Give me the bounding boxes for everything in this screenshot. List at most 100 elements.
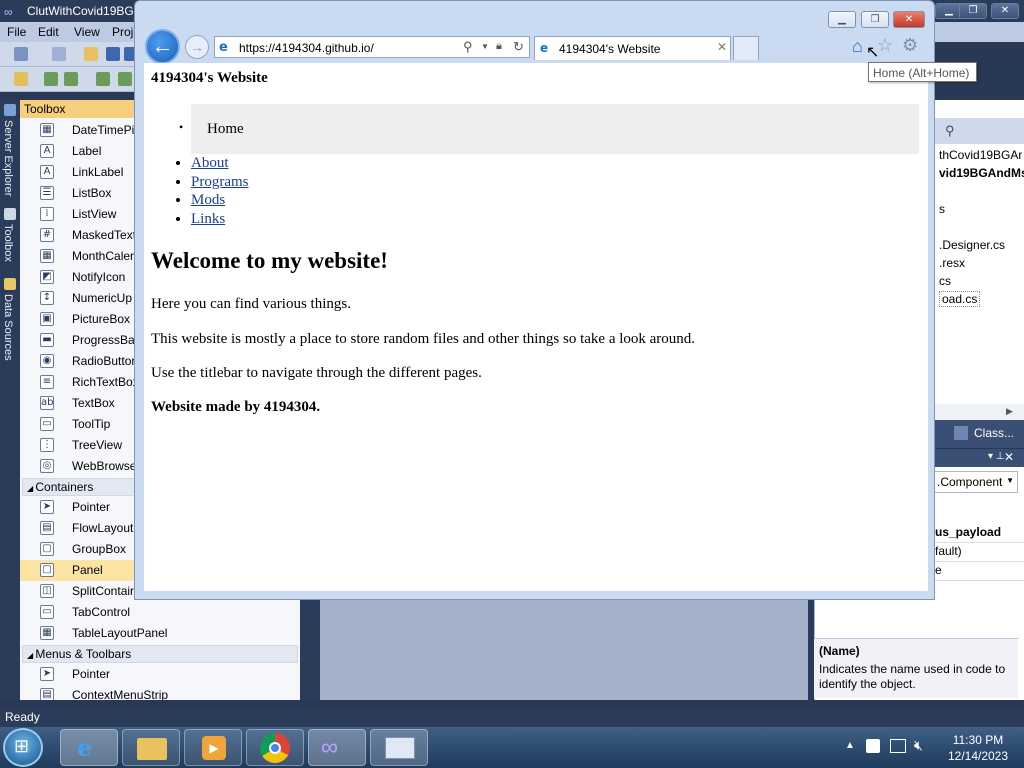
vs-designer-area — [320, 600, 808, 700]
toolbox-item-label: NotifyIcon — [72, 270, 126, 284]
view-code-icon[interactable]: ⚲ — [945, 123, 955, 139]
search-icon[interactable]: ⚲ — [463, 39, 473, 55]
format-icon[interactable] — [14, 72, 28, 86]
save-icon[interactable] — [106, 47, 120, 61]
network-icon[interactable] — [890, 739, 906, 753]
solution-item[interactable]: .resx — [939, 256, 965, 270]
ie-restore-button[interactable]: ❐ — [861, 11, 889, 28]
solution-item[interactable]: cs — [939, 274, 951, 288]
nav-link-about[interactable]: About — [191, 155, 229, 171]
align-right-icon[interactable] — [96, 72, 110, 86]
toolbox-tab-icon — [4, 208, 16, 220]
new-tab-button[interactable] — [733, 36, 759, 60]
align-left-icon[interactable] — [44, 72, 58, 86]
scroll-right-icon[interactable]: ▶ — [1006, 406, 1013, 417]
ie-minimize-button[interactable]: ▁ — [828, 11, 856, 28]
toolbox-item-label: TabControl — [72, 605, 131, 619]
mouse-cursor-icon: ↖ — [866, 44, 880, 61]
tab-data-sources[interactable]: Data Sources — [2, 294, 14, 361]
taskbar-chrome-button[interactable] — [246, 729, 304, 766]
refresh-icon[interactable]: ↻ — [513, 39, 524, 55]
panel-close-icon[interactable]: ✕ — [1004, 450, 1014, 464]
solution-project-item[interactable]: vid19BGAndMs — [939, 166, 1024, 180]
vs-close-button[interactable]: ✕ — [991, 3, 1019, 19]
toolbox-item-label: ListBox — [72, 186, 112, 200]
toolbox-item-label: Panel — [72, 563, 103, 577]
forward-arrow-icon[interactable]: → — [185, 35, 209, 59]
open-file-icon[interactable] — [84, 47, 98, 61]
vs-restore-button[interactable]: ❐ — [959, 3, 987, 19]
tab-server-explorer[interactable]: Server Explorer — [2, 120, 14, 196]
solution-item[interactable]: thCovid19BGAr — [939, 148, 1022, 162]
radio-icon: ◉ — [40, 354, 54, 368]
toolbox-item-label: MaskedText — [72, 228, 137, 242]
solution-item-selected[interactable]: oad.cs — [939, 291, 981, 307]
align-top-icon[interactable] — [118, 72, 132, 86]
picture-icon: ▣ — [40, 312, 54, 326]
favorites-star-icon[interactable]: ☆ — [877, 35, 893, 56]
taskbar-ie-button[interactable]: e — [60, 729, 118, 766]
back-arrow-icon[interactable]: ← — [145, 29, 180, 64]
paragraph-navigation: Use the titlebar to navigate through the… — [151, 365, 482, 381]
server-explorer-icon — [4, 104, 16, 116]
align-center-icon[interactable] — [64, 72, 78, 86]
taskbar-media-button[interactable]: ▶ — [184, 729, 242, 766]
action-center-icon[interactable] — [866, 739, 880, 753]
property-name-value[interactable]: us_payload — [935, 525, 1001, 539]
close-tab-icon[interactable]: ✕ — [717, 40, 727, 54]
properties-object-combo[interactable]: .Component ▼ — [934, 471, 1018, 493]
vs-dock-gap — [300, 600, 320, 700]
solution-item[interactable]: .Designer.cs — [939, 238, 1005, 252]
nav-link-programs[interactable]: Programs — [191, 174, 249, 190]
nav-home[interactable]: Home — [207, 121, 244, 138]
datetime-icon: ▦ — [40, 123, 54, 137]
taskbar-explorer-button[interactable] — [122, 729, 180, 766]
nav-link-mods[interactable]: Mods — [191, 192, 225, 208]
toolbox-item-contextmenustrip[interactable]: ▤ ContextMenuStrip — [20, 685, 300, 700]
property-value[interactable]: fault) — [935, 544, 962, 558]
settings-gear-icon[interactable]: ⚙ — [902, 35, 918, 56]
address-url[interactable]: https://4194304.github.io/ — [239, 41, 374, 55]
start-button[interactable]: ⊞ — [3, 728, 43, 767]
clock-date: 12/14/2023 — [947, 749, 1009, 763]
listview-icon: ⁞ — [40, 207, 54, 221]
toolbox-item-tabcontrol[interactable]: ▭ TabControl — [20, 602, 300, 623]
system-clock[interactable]: 11:30 PM 12/14/2023 — [938, 732, 1018, 764]
web-page: 4194304's Website • Home About Programs … — [144, 63, 928, 591]
pointer-icon: ➤ — [40, 500, 54, 514]
solution-hscrollbar[interactable]: ▶ — [934, 404, 1024, 420]
chrome-center-icon — [269, 742, 281, 754]
pin-icon[interactable]: ▾ ⊥ — [988, 451, 1005, 462]
lock-icon[interactable]: 🔒︎ — [496, 40, 502, 53]
toolbox-item-label: WebBrowse — [72, 459, 137, 473]
address-bar[interactable]: e https://4194304.github.io/ ⚲ ▼ 🔒︎ ↻ — [214, 36, 530, 58]
toolbox-item-label: LinkLabel — [72, 165, 124, 179]
toolbox-category[interactable]: ◢ Menus & Toolbars — [22, 645, 298, 663]
listbox-icon: ☰ — [40, 186, 54, 200]
chevron-down-icon[interactable]: ▼ — [1006, 476, 1014, 485]
tab-toolbox[interactable]: Toolbox — [2, 224, 14, 262]
toolbox-item-tablelayoutpanel[interactable]: ▦ TableLayoutPanel — [20, 623, 300, 644]
show-hidden-icons-icon[interactable]: ▲ — [845, 740, 855, 751]
bullet-icon: • — [179, 120, 184, 134]
taskbar-app-button[interactable] — [370, 729, 428, 766]
property-value[interactable]: e — [935, 563, 942, 577]
home-icon[interactable]: ⌂ — [852, 36, 863, 57]
nav-link-links[interactable]: Links — [191, 211, 225, 227]
menu-edit[interactable]: Edit — [38, 25, 59, 39]
maskedtext-icon: # — [40, 228, 54, 242]
solution-item[interactable]: s — [939, 202, 945, 216]
chevron-down-icon[interactable]: ▼ — [481, 42, 489, 51]
ie-close-button[interactable]: ✕ — [893, 11, 925, 28]
toolbox-item-label: PictureBox — [72, 312, 131, 326]
volume-muted-icon[interactable]: 🔇︎ — [914, 737, 923, 754]
toolbox-item-pointer[interactable]: ➤ Pointer — [20, 664, 300, 685]
class-view-tab[interactable]: Class... — [934, 420, 1024, 448]
taskbar-visual-studio-button[interactable]: ∞ — [308, 729, 366, 766]
new-project-icon[interactable] — [14, 47, 28, 61]
properties-header: ▾ ⊥ ✕ — [934, 449, 1024, 467]
menu-file[interactable]: File — [7, 25, 26, 39]
tab-website[interactable]: e 4194304's Website ✕ — [534, 36, 731, 60]
add-item-icon[interactable] — [52, 47, 66, 61]
menu-view[interactable]: View — [74, 25, 100, 39]
